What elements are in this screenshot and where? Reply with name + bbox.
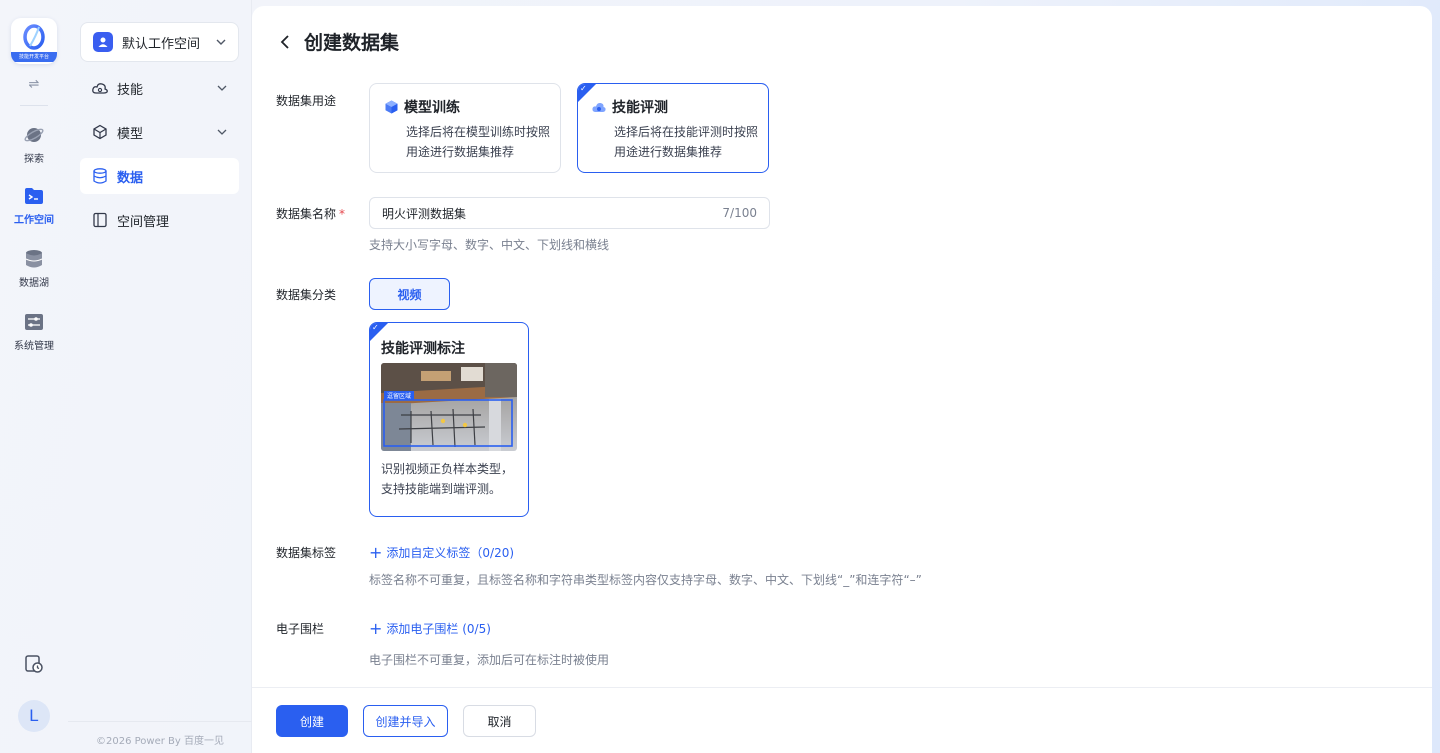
rail-divider: [20, 105, 48, 106]
rail-item-datalake[interactable]: 数据湖: [0, 248, 68, 289]
required-mark: *: [339, 207, 346, 221]
sidebar-item-label: 模型: [117, 126, 144, 142]
database-icon: [23, 248, 45, 270]
app-rail: 技能开发平台 ⇌ 探索 工作空间 数据湖 系统管理 L: [0, 0, 68, 753]
action-bar: 创建 创建并导入 取消: [252, 687, 1432, 753]
rail-item-label: 数据湖: [19, 278, 49, 289]
preview-region-tag: 逗留区域: [387, 392, 411, 400]
logo-caption: 技能开发平台: [11, 52, 57, 62]
back-arrow-icon[interactable]: [276, 33, 294, 51]
rail-item-label: 工作空间: [14, 215, 54, 226]
chevron-down-icon: [217, 83, 227, 94]
rail-item-label: 探索: [24, 154, 44, 165]
tags-label: 数据集标签: [276, 546, 337, 560]
workspace-name: 默认工作空间: [122, 36, 201, 52]
check-icon: ✓: [580, 84, 587, 93]
annotation-preview-image: 逗留区域: [381, 363, 517, 451]
rail-item-system[interactable]: 系统管理: [0, 311, 68, 352]
name-char-count: 7/100: [722, 206, 757, 220]
add-fence-button[interactable]: + 添加电子围栏 (0/5): [369, 620, 491, 637]
cube-icon: [92, 124, 108, 140]
name-input[interactable]: [382, 206, 723, 220]
rail-item-label: 系统管理: [14, 341, 54, 352]
folder-terminal-icon: [23, 185, 45, 207]
create-and-import-button[interactable]: 创建并导入: [363, 705, 448, 737]
database-icon: [92, 168, 108, 184]
sidebar-item-space-management[interactable]: 空间管理: [80, 202, 239, 238]
purpose-label: 数据集用途: [276, 94, 337, 108]
avatar[interactable]: L: [18, 700, 50, 732]
hexagon-cube-icon: [384, 100, 398, 114]
annotation-type-title: 技能评测标注: [381, 341, 465, 357]
annotation-type-card[interactable]: ✓ 技能评测标注 逗留区域 识别视频正负样本类型，支持技能端到端评测。: [369, 322, 529, 517]
purpose-option-model-training[interactable]: 模型训练 选择后将在模型训练时按照用途进行数据集推荐: [369, 83, 561, 173]
chevron-down-icon: [216, 37, 226, 48]
sidebar: 默认工作空间 技能 模型 数据 空间管理 ©2026 Power By 百度一见: [68, 0, 252, 753]
purpose-option-skill-evaluation[interactable]: ✓ 技能评测 选择后将在技能评测时按照用途进行数据集推荐: [577, 83, 769, 173]
workspace-selector[interactable]: 默认工作空间: [80, 22, 239, 62]
name-hint: 支持大小写字母、数字、中文、下划线和横线: [369, 238, 610, 252]
create-button[interactable]: 创建: [276, 705, 348, 737]
sidebar-item-label: 技能: [117, 82, 144, 98]
sidebar-item-data[interactable]: 数据: [80, 158, 239, 194]
category-option-video[interactable]: 视频: [369, 278, 450, 310]
page-header: 创建数据集: [276, 28, 399, 55]
rail-item-workspace[interactable]: 工作空间: [0, 185, 68, 226]
cloud-eval-icon: [592, 100, 606, 114]
app-logo[interactable]: 技能开发平台: [11, 18, 57, 64]
name-label: 数据集名称 *: [276, 205, 345, 222]
category-label: 数据集分类: [276, 288, 337, 302]
sidebar-item-models[interactable]: 模型: [80, 114, 239, 150]
scrollbar[interactable]: [1426, 6, 1432, 687]
logo-mark-icon: [23, 24, 45, 50]
name-label-text: 数据集名称: [276, 207, 337, 221]
purpose-option-head: 技能评测: [592, 97, 668, 117]
chevron-down-icon: [217, 127, 227, 138]
annotation-type-desc: 识别视频正负样本类型，支持技能端到端评测。: [381, 462, 514, 496]
plus-icon: +: [369, 618, 383, 638]
purpose-option-desc: 选择后将在模型训练时按照用途进行数据集推荐: [406, 125, 551, 159]
purpose-option-head: 模型训练: [384, 97, 460, 117]
fence-label: 电子围栏: [276, 622, 325, 636]
sidebar-item-skills[interactable]: 技能: [80, 70, 239, 106]
tags-hint: 标签名称不可重复，且标签名称和字符串类型标签内容仅支持字母、数字、中文、下划线“…: [369, 573, 922, 587]
name-field[interactable]: 7/100: [369, 197, 770, 229]
purpose-option-title: 模型训练: [404, 100, 460, 116]
sidebar-item-label: 空间管理: [117, 214, 170, 230]
rail-item-explore[interactable]: 探索: [0, 124, 68, 165]
history-icon[interactable]: [24, 654, 44, 674]
fence-hint: 电子围栏不可重复，添加后可在标注时被使用: [369, 653, 610, 667]
add-custom-tag-button[interactable]: + 添加自定义标签（0/20): [369, 544, 514, 561]
plus-icon: +: [369, 542, 383, 562]
settings-panel-icon: [23, 311, 45, 333]
purpose-option-title: 技能评测: [612, 100, 668, 116]
book-open-icon: [92, 212, 108, 228]
page-title: 创建数据集: [304, 32, 400, 54]
cloud-skill-icon: [92, 80, 108, 96]
add-fence-label: 添加电子围栏 (0/5): [386, 622, 491, 636]
check-icon: ✓: [372, 323, 379, 332]
main-panel: 创建数据集 数据集用途 模型训练 选择后将在模型训练时按照用途进行数据集推荐 ✓…: [252, 6, 1432, 753]
user-icon: [93, 32, 113, 52]
sidebar-item-label: 数据: [117, 170, 144, 186]
switch-icon[interactable]: ⇌: [29, 78, 40, 91]
planet-icon: [23, 124, 45, 146]
add-custom-tag-label: 添加自定义标签（0/20): [386, 546, 515, 560]
purpose-option-desc: 选择后将在技能评测时按照用途进行数据集推荐: [614, 125, 759, 159]
cancel-button[interactable]: 取消: [463, 705, 536, 737]
sidebar-nav: 技能 模型 数据 空间管理: [80, 70, 239, 246]
copyright-footer: ©2026 Power By 百度一见: [68, 721, 252, 747]
